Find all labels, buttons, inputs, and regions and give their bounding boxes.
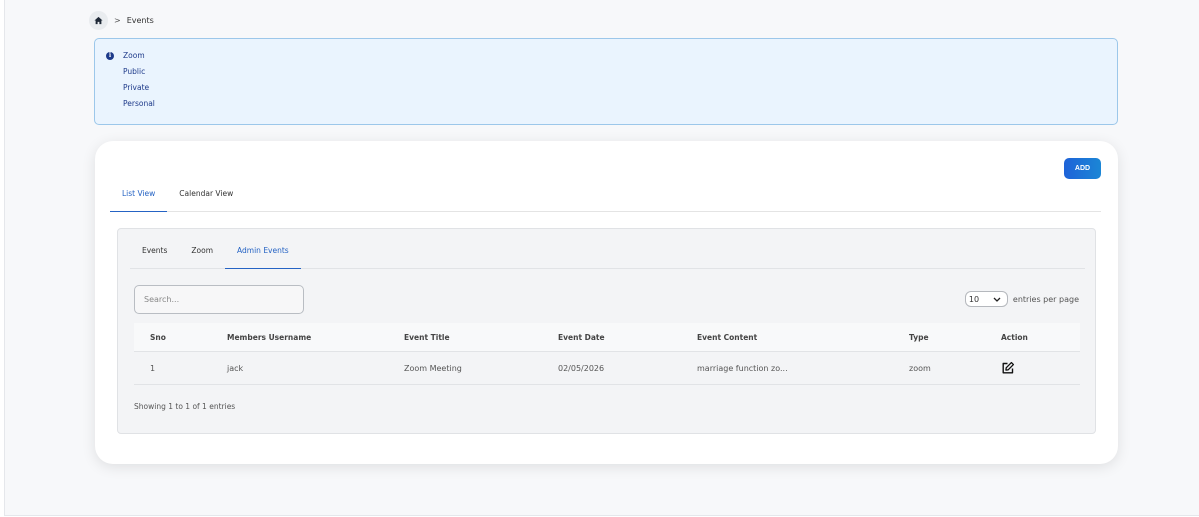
column-header-content[interactable]: Event Content (697, 333, 757, 342)
home-icon[interactable] (89, 10, 108, 30)
column-header-title[interactable]: Event Title (404, 333, 450, 342)
cell-type: zoom (909, 363, 931, 373)
cell-username: jack (227, 363, 244, 373)
events-card: ADD List View Calendar View Events Zoom … (95, 141, 1118, 464)
cell-content: marriage function zo... (697, 363, 788, 373)
events-panel: Events Zoom Admin Events 10 entries per … (117, 228, 1096, 434)
alert-item-private: Private (123, 83, 150, 92)
entries-value: 10 (968, 294, 980, 304)
alert-item-zoom: Zoom (123, 51, 145, 60)
column-header-username[interactable]: Members Username (227, 333, 311, 342)
cell-sno: 1 (150, 363, 156, 373)
entries-per-page: 10 entries per page (964, 291, 1079, 307)
view-tabs: List View Calendar View (110, 183, 1101, 212)
breadcrumb: > Events (89, 10, 154, 30)
table-row: 1 jack Zoom Meeting 02/05/2026 marriage … (134, 352, 1080, 385)
cell-date: 02/05/2026 (558, 363, 605, 373)
info-icon: i (106, 52, 114, 60)
entries-select[interactable]: 10 (964, 291, 1008, 307)
chevron-down-icon (993, 297, 1001, 302)
event-type-tabs: Events Zoom Admin Events (130, 239, 1085, 269)
breadcrumb-separator: > (114, 15, 121, 25)
tab-events[interactable]: Events (130, 239, 179, 269)
column-header-action: Action (1001, 332, 1028, 342)
alert-item-public: Public (123, 67, 146, 76)
tab-zoom[interactable]: Zoom (179, 239, 225, 269)
tab-calendar-view[interactable]: Calendar View (167, 183, 245, 212)
entries-label: entries per page (1012, 294, 1079, 304)
info-alert: i Zoom Public Private Personal (94, 38, 1118, 125)
column-header-type[interactable]: Type (909, 333, 929, 342)
breadcrumb-current: Events (126, 15, 154, 25)
cell-title: Zoom Meeting (404, 363, 462, 373)
tab-list-view[interactable]: List View (110, 183, 168, 212)
alert-item-personal: Personal (123, 99, 155, 108)
column-header-sno[interactable]: Sno (150, 333, 166, 342)
events-table: Sno Members Username Event Title Event D… (134, 323, 1080, 385)
column-header-date[interactable]: Event Date (558, 333, 605, 342)
table-header: Sno Members Username Event Title Event D… (134, 323, 1080, 352)
page-frame: > Events i Zoom Public Private Personal … (4, 0, 1199, 516)
add-button[interactable]: ADD (1064, 158, 1101, 179)
tab-admin-events[interactable]: Admin Events (225, 239, 301, 269)
alert-list: Zoom Public Private Personal (123, 50, 155, 114)
edit-icon[interactable] (1001, 361, 1015, 375)
table-info: Showing 1 to 1 of 1 entries (134, 402, 236, 411)
search-input[interactable] (134, 285, 304, 314)
